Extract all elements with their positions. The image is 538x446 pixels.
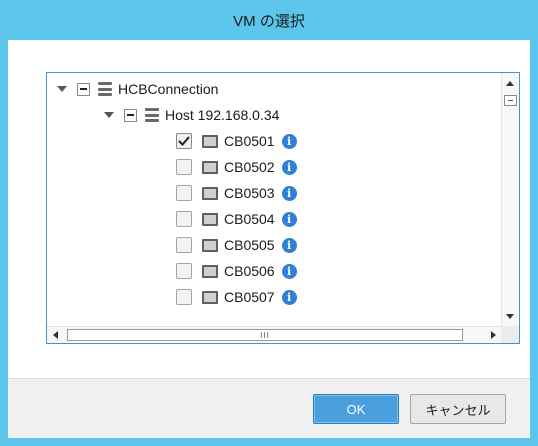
tree-node-vm[interactable]: CB0506 i — [176, 258, 297, 284]
vm-label: CB0505 — [224, 237, 275, 253]
host-partial-checkbox[interactable] — [124, 108, 137, 122]
vertical-scroll-thumb[interactable] — [504, 95, 517, 106]
root-label: HCBConnection — [118, 81, 219, 97]
vm-checkbox[interactable] — [176, 133, 192, 149]
tree-node-vm[interactable]: CB0503 i — [176, 180, 297, 206]
scroll-right-arrow-icon[interactable] — [491, 331, 496, 339]
vm-label: CB0503 — [224, 185, 275, 201]
dialog-client: HCBConnection Host 192.168.0.34 CB0501 i… — [8, 40, 530, 438]
vm-checkbox[interactable] — [176, 211, 192, 227]
info-icon[interactable]: i — [281, 237, 297, 253]
vm-label: CB0507 — [224, 289, 275, 305]
vm-checkbox[interactable] — [176, 237, 192, 253]
info-glyph: i — [287, 134, 292, 148]
root-partial-checkbox[interactable] — [77, 82, 90, 96]
info-glyph: i — [287, 264, 292, 278]
content-area: HCBConnection Host 192.168.0.34 CB0501 i… — [8, 40, 530, 378]
info-icon[interactable]: i — [281, 289, 297, 305]
tree-node-vm[interactable]: CB0507 i — [176, 284, 297, 310]
server-icon — [145, 108, 159, 122]
cancel-button-label: キャンセル — [425, 402, 491, 418]
title-bar[interactable]: VM の選択 — [0, 0, 538, 40]
tree-node-host[interactable]: Host 192.168.0.34 — [102, 102, 279, 128]
vm-icon — [202, 160, 218, 174]
cancel-button[interactable]: キャンセル — [410, 394, 506, 424]
host-label: Host 192.168.0.34 — [165, 107, 280, 123]
expand-chevron-icon[interactable] — [102, 108, 116, 122]
info-icon[interactable]: i — [281, 185, 297, 201]
vm-checkbox[interactable] — [176, 289, 192, 305]
tree-node-vm[interactable]: CB0504 i — [176, 206, 297, 232]
tree-node-vm[interactable]: CB0505 i — [176, 232, 297, 258]
vm-checkbox[interactable] — [176, 185, 192, 201]
info-glyph: i — [287, 290, 292, 304]
checkmark-icon — [178, 136, 190, 146]
button-bar: OK キャンセル — [8, 378, 530, 438]
tree-node-root[interactable]: HCBConnection — [55, 76, 218, 102]
vm-label: CB0501 — [224, 133, 275, 149]
scroll-grip: III — [260, 330, 270, 340]
horizontal-scroll-thumb[interactable]: III — [67, 329, 463, 341]
ok-button[interactable]: OK — [313, 394, 399, 424]
vm-label: CB0504 — [224, 211, 275, 227]
scroll-down-arrow-icon[interactable] — [506, 314, 514, 319]
horizontal-scrollbar[interactable]: III — [47, 326, 502, 343]
vm-icon — [202, 212, 218, 226]
info-glyph: i — [287, 212, 292, 226]
vertical-scrollbar[interactable] — [501, 73, 519, 327]
info-glyph: i — [287, 186, 292, 200]
expand-chevron-icon[interactable] — [55, 82, 69, 96]
vm-icon — [202, 290, 218, 304]
tree-node-vm[interactable]: CB0502 i — [176, 154, 297, 180]
tree-node-vm[interactable]: CB0501 i — [176, 128, 297, 154]
scrollbar-corner — [501, 326, 519, 343]
scroll-left-arrow-icon[interactable] — [53, 331, 58, 339]
vm-icon — [202, 134, 218, 148]
info-glyph: i — [287, 160, 292, 174]
server-group-icon — [98, 82, 112, 96]
tree-viewport: HCBConnection Host 192.168.0.34 CB0501 i… — [47, 73, 502, 327]
vm-icon — [202, 264, 218, 278]
window-title: VM の選択 — [233, 12, 305, 30]
dialog-window: VM の選択 HCBConnection Host 192.168.0.34 C… — [0, 0, 538, 446]
vm-icon — [202, 238, 218, 252]
vm-checkbox[interactable] — [176, 263, 192, 279]
ok-button-label: OK — [346, 401, 366, 417]
vm-icon — [202, 186, 218, 200]
vm-checkbox[interactable] — [176, 159, 192, 175]
scroll-up-arrow-icon[interactable] — [506, 81, 514, 86]
info-icon[interactable]: i — [281, 133, 297, 149]
vm-tree: HCBConnection Host 192.168.0.34 CB0501 i… — [46, 72, 520, 344]
info-icon[interactable]: i — [281, 159, 297, 175]
info-glyph: i — [287, 238, 292, 252]
vm-label: CB0506 — [224, 263, 275, 279]
vm-label: CB0502 — [224, 159, 275, 175]
info-icon[interactable]: i — [281, 263, 297, 279]
info-icon[interactable]: i — [281, 211, 297, 227]
